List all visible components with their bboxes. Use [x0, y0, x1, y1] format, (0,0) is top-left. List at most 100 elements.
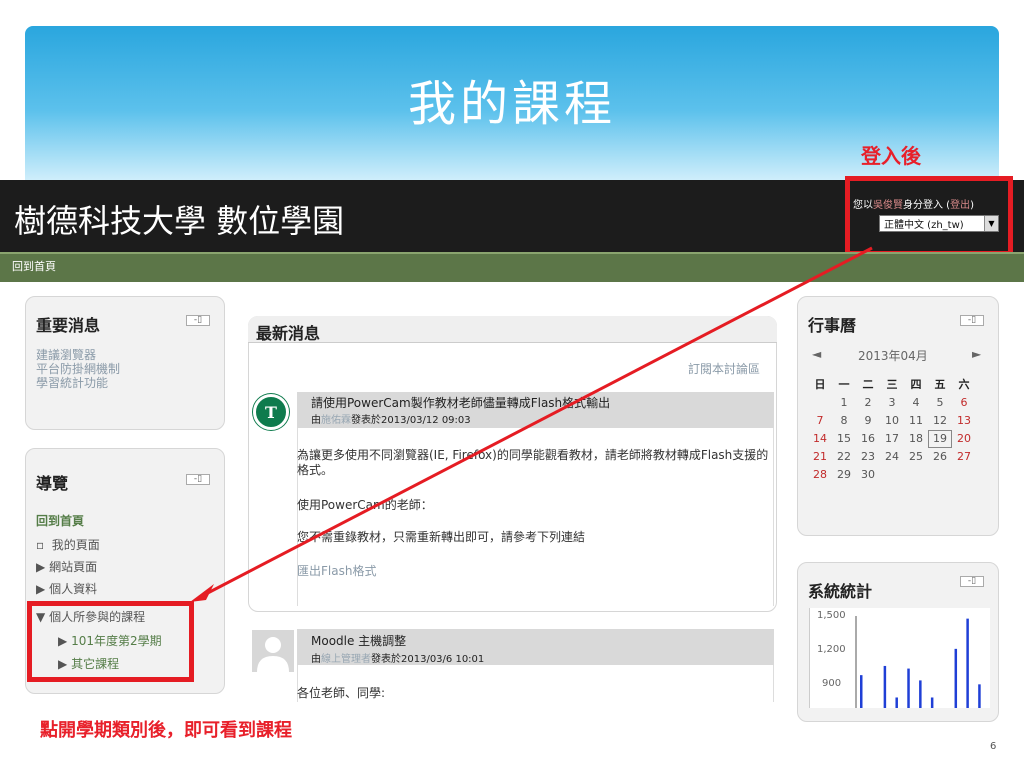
calendar-next-icon[interactable]: ►: [972, 347, 981, 361]
bullet-icon: ▫: [36, 538, 45, 552]
calendar-weekday: 六: [958, 378, 970, 391]
calendar-day: [808, 394, 832, 412]
subscribe-link[interactable]: 訂閱本討論區: [688, 360, 760, 377]
block-toggle-icon[interactable]: -▯: [186, 315, 210, 326]
calendar-day: [952, 466, 976, 484]
important-item-browser[interactable]: 建議瀏覽器: [36, 348, 96, 362]
stats-bar: [883, 665, 887, 708]
calendar-day[interactable]: 20: [952, 430, 976, 448]
calendar-day[interactable]: 1: [832, 394, 856, 412]
stats-chart-svg: [855, 616, 981, 708]
calendar-day[interactable]: 10: [880, 412, 904, 430]
triangle-right-icon: ▶: [36, 560, 46, 574]
stats-title: 系統統計: [808, 582, 873, 601]
calendar-day[interactable]: 15: [832, 430, 856, 448]
nav-my-page[interactable]: ▫ 我的頁面: [36, 536, 100, 553]
calendar-day: [880, 466, 904, 484]
stats-bar: [978, 684, 981, 708]
calendar-day[interactable]: 11: [904, 412, 928, 430]
calendar-day[interactable]: 2: [856, 394, 880, 412]
bottom-annotation: 點開學期類別後，即可看到課程: [40, 720, 292, 741]
stats-bar: [919, 680, 922, 708]
calendar-day[interactable]: 5: [928, 394, 952, 412]
calendar-weekday: 三: [886, 378, 898, 391]
calendar-month[interactable]: 2013年04月: [858, 347, 928, 364]
navbar: [0, 252, 1024, 282]
calendar-week-row: 21 22 23 24 25 26 27: [808, 448, 984, 466]
slide-title: 我的課程: [407, 76, 616, 132]
stats-y-label: 1,500: [817, 610, 846, 621]
calendar-week-row: 123456: [808, 394, 984, 412]
calendar-day[interactable]: 28: [808, 466, 832, 484]
calendar-day[interactable]: 9: [856, 412, 880, 430]
post-subject[interactable]: Moodle 主機調整: [311, 632, 406, 649]
triangle-right-icon: ▶: [36, 582, 46, 596]
stats-bar: [966, 618, 969, 708]
login-annotation: 登入後: [861, 144, 921, 168]
calendar-day[interactable]: 19: [928, 430, 952, 448]
nav-profile[interactable]: ▶ 個人資料: [36, 580, 97, 597]
site-name[interactable]: 樹德科技大學 數位學園: [14, 196, 344, 242]
calendar-day[interactable]: 30: [856, 466, 880, 484]
calendar-day[interactable]: 3: [880, 394, 904, 412]
calendar-day[interactable]: 26: [928, 448, 952, 466]
post-subject[interactable]: 請使用PowerCam製作教材老師儘量轉成Flash格式輸出: [311, 394, 610, 411]
export-flash-link[interactable]: 匯出Flash格式: [297, 562, 376, 579]
calendar-day[interactable]: 27: [952, 448, 976, 466]
page-number: 6: [990, 741, 997, 752]
navigation-block-title: 導覽: [36, 474, 69, 493]
calendar-weekday-row: 日一二三四五六: [808, 376, 984, 394]
calendar-day[interactable]: 4: [904, 394, 928, 412]
login-highlight-box: [845, 176, 1013, 256]
calendar-day: [928, 466, 952, 484]
post-paragraph: 您不需重錄教材，只需重新轉出即可，請參考下列連結: [297, 530, 586, 544]
calendar-week-row: 14 15 16 17 18 19 20: [808, 430, 984, 448]
block-toggle-icon[interactable]: -▯: [960, 315, 984, 326]
calendar-day[interactable]: 8: [832, 412, 856, 430]
important-block-title: 重要消息: [36, 316, 101, 335]
stats-bar: [907, 668, 910, 708]
calendar-weekday: 一: [838, 378, 850, 391]
post-author-link[interactable]: 施佑霖: [321, 415, 351, 426]
news-header: [248, 316, 777, 343]
calendar-day[interactable]: 29: [832, 466, 856, 484]
calendar-day[interactable]: 7: [808, 412, 832, 430]
calendar-day[interactable]: 25: [904, 448, 928, 466]
calendar-day[interactable]: 12: [928, 412, 952, 430]
calendar-day[interactable]: 23: [856, 448, 880, 466]
calendar-day[interactable]: 16: [856, 430, 880, 448]
calendar-day[interactable]: 13: [952, 412, 976, 430]
post-byline: 由施佑霖發表於2013/03/12 09:03: [311, 415, 471, 426]
school-logo-icon: T: [253, 394, 289, 430]
stats-y-label: 1,200: [817, 644, 846, 655]
stats-bar: [895, 697, 898, 708]
stats-bar: [860, 675, 863, 708]
calendar-day[interactable]: 22: [832, 448, 856, 466]
news-title: 最新消息: [256, 324, 321, 343]
navbar-home-link[interactable]: 回到首頁: [12, 258, 56, 274]
calendar-day[interactable]: 21: [808, 448, 832, 466]
calendar-day[interactable]: 18: [904, 430, 928, 448]
calendar-day[interactable]: 17: [880, 430, 904, 448]
user-avatar-icon: [252, 630, 294, 672]
important-item-stats[interactable]: 學習統計功能: [36, 376, 108, 390]
post-paragraph: 為讓更多使用不同瀏覽器(IE, Firefox)的同學能觀看教材，請老師將教材轉…: [297, 448, 769, 477]
stats-bar: [930, 697, 934, 708]
important-item-anti-hang[interactable]: 平台防掛網機制: [36, 362, 120, 376]
calendar-week-row: 7 8 9 10 11 12 13: [808, 412, 984, 430]
nav-home[interactable]: 回到首頁: [36, 512, 84, 529]
calendar-day[interactable]: 6: [952, 394, 976, 412]
calendar-weekday: 五: [934, 378, 946, 391]
stats-chart: [809, 608, 990, 708]
calendar-weekday: 四: [910, 378, 922, 391]
calendar-prev-icon[interactable]: ◄: [812, 347, 821, 361]
post-author-link[interactable]: 線上管理者: [321, 654, 371, 665]
calendar-day: [904, 466, 928, 484]
calendar-day[interactable]: 14: [808, 430, 832, 448]
post-paragraph: 各位老師、同學:: [297, 686, 386, 700]
nav-site-pages[interactable]: ▶ 網站頁面: [36, 558, 97, 575]
calendar-grid: 日一二三四五六 1 2 3 4 5 6 7 8 9 10 11 12 13 14 15 16 17 18 19 20 21…: [808, 376, 984, 484]
block-toggle-icon[interactable]: -▯: [186, 474, 210, 485]
calendar-day[interactable]: 24: [880, 448, 904, 466]
block-toggle-icon[interactable]: -▯: [960, 576, 984, 587]
